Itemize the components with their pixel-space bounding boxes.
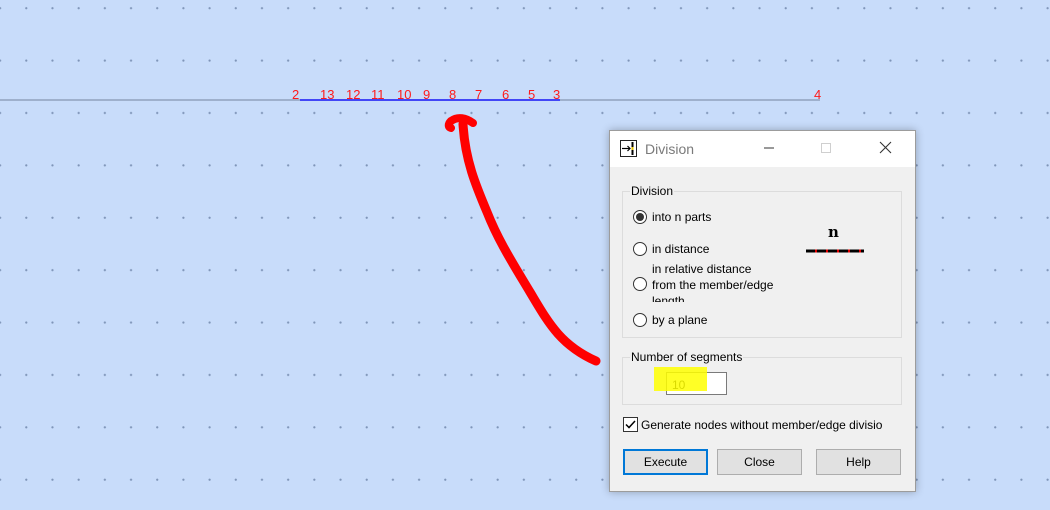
node-label[interactable]: 7 xyxy=(475,88,482,102)
node-label[interactable]: 9 xyxy=(423,88,430,102)
division-group-legend: Division xyxy=(630,184,675,198)
dialog-title: Division xyxy=(645,141,695,157)
node-label[interactable]: 5 xyxy=(528,88,535,102)
node-label[interactable]: 6 xyxy=(502,88,509,102)
segments-group-legend: Number of segments xyxy=(630,350,744,364)
relative-distance-label-clip: in relative distance from the member/edg… xyxy=(652,262,822,302)
close-button[interactable]: Close xyxy=(717,449,802,475)
division-preview-icon: n xyxy=(805,221,865,255)
maximize-button xyxy=(803,131,849,167)
highlight-marker xyxy=(654,367,707,391)
radio-relative-distance[interactable] xyxy=(633,277,647,291)
dialog-titlebar[interactable]: Division xyxy=(610,131,915,167)
radio-label-into-n-parts[interactable]: into n parts xyxy=(652,210,711,225)
radio-label-relative-distance-line1[interactable]: in relative distance xyxy=(652,262,751,277)
annotation-arrow xyxy=(458,119,601,366)
close-icon xyxy=(879,141,892,157)
generate-nodes-label[interactable]: Generate nodes without member/edge divis… xyxy=(641,418,882,433)
minimize-icon xyxy=(763,142,775,157)
maximize-icon xyxy=(820,142,832,157)
help-button[interactable]: Help xyxy=(816,449,901,475)
generate-nodes-label-clip: Generate nodes without member/edge divis… xyxy=(641,417,911,433)
radio-label-relative-distance-line3[interactable]: length xyxy=(652,294,685,302)
radio-by-a-plane[interactable] xyxy=(633,313,647,327)
radio-label-by-a-plane[interactable]: by a plane xyxy=(652,313,707,328)
division-app-icon xyxy=(620,140,637,157)
node-label[interactable]: 2 xyxy=(292,88,299,102)
node-label[interactable]: 8 xyxy=(449,88,456,102)
node-label[interactable]: 4 xyxy=(814,88,821,102)
radio-into-n-parts[interactable] xyxy=(633,210,647,224)
node-label[interactable]: 11 xyxy=(371,88,385,102)
radio-label-relative-distance-line2[interactable]: from the member/edge xyxy=(652,278,773,293)
radio-in-distance[interactable] xyxy=(633,242,647,256)
minimize-button[interactable] xyxy=(746,131,792,167)
execute-button[interactable]: Execute xyxy=(623,449,708,475)
radio-label-in-distance[interactable]: in distance xyxy=(652,242,709,257)
node-label[interactable]: 13 xyxy=(320,88,334,102)
node-label[interactable]: 3 xyxy=(553,88,560,102)
close-window-button[interactable] xyxy=(862,131,908,167)
node-label[interactable]: 10 xyxy=(397,88,411,102)
division-dialog: Division Division into n parts in distan… xyxy=(609,130,916,492)
node-label[interactable]: 12 xyxy=(346,88,360,102)
generate-nodes-checkbox[interactable] xyxy=(623,417,638,432)
